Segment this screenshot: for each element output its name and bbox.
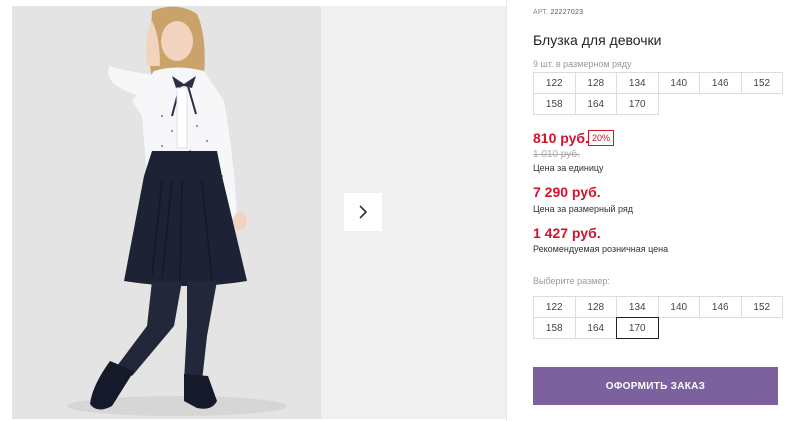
size-picker: 122 128 134 140 146 152 158 164 170: [533, 296, 783, 339]
panel-divider: [506, 0, 507, 421]
retail-price: 1 427 руб.: [533, 225, 601, 241]
chevron-right-icon: [359, 205, 368, 219]
unit-price: 810 руб.: [533, 130, 589, 146]
unit-price-label: Цена за единицу: [533, 163, 604, 173]
size-row-cell: 140: [657, 72, 700, 94]
size-option[interactable]: 140: [657, 296, 700, 318]
retail-price-label: Рекомендуемая розничная цена: [533, 244, 669, 254]
size-row-cell: 122: [533, 72, 576, 94]
row-price-label: Цена за размерный ряд: [533, 204, 634, 214]
size-option[interactable]: 122: [533, 296, 576, 318]
pack-size-note: 9 шт. в размерном ряду: [533, 59, 632, 69]
product-gallery: [0, 0, 506, 421]
article-number: АРТ. 22227023: [533, 9, 583, 16]
size-row-cell: 158: [533, 93, 576, 115]
size-row-cell: 152: [740, 72, 783, 94]
size-row-cell: 146: [699, 72, 742, 94]
size-row-grid: 122 128 134 140 146 152 158 164 170: [533, 72, 783, 115]
size-option[interactable]: 146: [699, 296, 742, 318]
size-option[interactable]: 152: [740, 296, 783, 318]
size-option-selected[interactable]: 170: [616, 317, 659, 339]
discount-badge: 20%: [588, 130, 615, 146]
gallery-next-button[interactable]: [344, 193, 382, 231]
product-title: Блузка для девочки: [533, 32, 662, 48]
size-row-cell: 128: [574, 72, 617, 94]
size-option[interactable]: 134: [616, 296, 659, 318]
article-value: 22227023: [550, 9, 584, 16]
place-order-button[interactable]: ОФОРМИТЬ ЗАКАЗ: [533, 367, 778, 405]
size-row-cell: 170: [616, 93, 659, 115]
choose-size-label: Выберите размер:: [533, 276, 610, 286]
old-price: 1 010 руб.: [533, 149, 580, 160]
article-label: АРТ.: [533, 9, 549, 16]
size-option[interactable]: 158: [533, 317, 576, 339]
girl-in-blouse-image: [12, 6, 321, 419]
size-option[interactable]: 164: [574, 317, 617, 339]
row-price: 7 290 руб.: [533, 184, 601, 200]
size-row-cell: 164: [574, 93, 617, 115]
product-photo: [12, 6, 321, 419]
size-option[interactable]: 128: [574, 296, 617, 318]
size-row-cell: 134: [616, 72, 659, 94]
